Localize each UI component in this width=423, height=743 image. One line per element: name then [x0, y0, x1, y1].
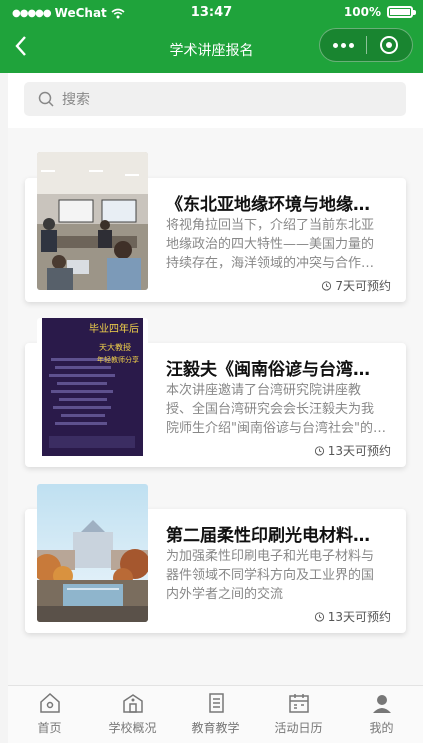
poster-tagline: 年轻教师分享 [97, 355, 139, 364]
campus-building-photo [37, 484, 148, 622]
lecture-desc: 本次讲座邀请了台湾研究院讲座教授、全国台湾研究会会长汪毅夫为我院师生介绍"闽南俗… [166, 383, 386, 436]
nav-bar: 学术讲座报名 [0, 26, 423, 73]
home-icon [39, 692, 60, 713]
tab-education[interactable]: 教育教学 [174, 686, 257, 743]
user-icon [372, 695, 391, 713]
tab-label: 我的 [369, 721, 394, 735]
close-circle-icon [380, 36, 399, 54]
tab-label: 教育教学 [191, 721, 240, 735]
status-bar: ●●●●● WeChat 13:47 100% [0, 0, 423, 26]
booking-badge: 13天可预约 [314, 442, 391, 459]
search-bar: 搜索 [8, 73, 423, 128]
booking-days: 13天可预约 [327, 444, 391, 458]
top-bar: ●●●●● WeChat 13:47 100% 学术讲座报名 [0, 0, 423, 73]
lecture-title: 《东北亚地缘环境与地缘政治》 [166, 195, 386, 215]
booking-days: 13天可预约 [327, 610, 391, 624]
booking-badge: 13天可预约 [314, 608, 391, 625]
alarm-clock-icon [322, 281, 332, 291]
tab-label: 活动日历 [274, 721, 323, 735]
lecture-title: 汪毅夫《闽南俗谚与台湾社会》 [166, 360, 386, 380]
poster-headline: 毕业四年后 [89, 322, 139, 335]
tab-label: 学校概况 [108, 721, 157, 735]
tab-calendar[interactable]: 活动日历 [257, 686, 340, 743]
calendar-icon [288, 694, 309, 713]
lecture-list: 《东北亚地缘环境与地缘政治》 将视角拉回当下，介绍了当前东北亚地缘政治的四大特性… [8, 128, 423, 685]
booking-badge: 7天可预约 [321, 277, 391, 294]
battery-icon [387, 6, 416, 18]
lecture-thumbnail[interactable] [37, 484, 148, 622]
lecture-desc: 为加强柔性印刷电子和光电子材料与器件领域不同学科方向及工业界的国内外学者之间的交… [166, 549, 375, 602]
meeting-room-photo [37, 152, 148, 290]
alarm-clock-icon [314, 446, 324, 456]
tab-label: 首页 [37, 721, 62, 735]
search-input[interactable]: 搜索 [24, 82, 406, 116]
lecture-thumbnail[interactable]: 毕业四年后 天大教授 年轻教师分享 [37, 318, 148, 456]
close-button[interactable] [367, 36, 412, 54]
booking-days: 7天可预约 [335, 279, 391, 293]
battery: 100% [343, 5, 416, 19]
lecture-title: 第二届柔性印刷光电材料与器件研讨会 [166, 526, 386, 546]
tab-home[interactable]: 首页 [8, 686, 91, 743]
lecture-desc: 将视角拉回当下，介绍了当前东北亚地缘政治的四大特性——美国力量的持续存在，海洋领… [166, 218, 375, 271]
tab-mine[interactable]: 我的 [340, 686, 423, 743]
search-placeholder: 搜索 [62, 92, 90, 108]
lecture-thumbnail[interactable] [37, 152, 148, 290]
capsule-menu [319, 28, 413, 62]
search-icon [38, 91, 54, 107]
tab-bar: 首页 学校概况 教育教学 活动日历 我的 [8, 685, 423, 743]
tab-school[interactable]: 学校概况 [91, 686, 174, 743]
book-poster: 毕业四年后 天大教授 年轻教师分享 [37, 318, 148, 456]
alarm-clock-icon [314, 612, 324, 622]
poster-subtitle: 天大教授 [99, 342, 131, 352]
book-icon [208, 693, 224, 713]
battery-percent: 100% [343, 5, 381, 19]
more-button[interactable] [320, 42, 366, 48]
school-icon [122, 694, 143, 713]
